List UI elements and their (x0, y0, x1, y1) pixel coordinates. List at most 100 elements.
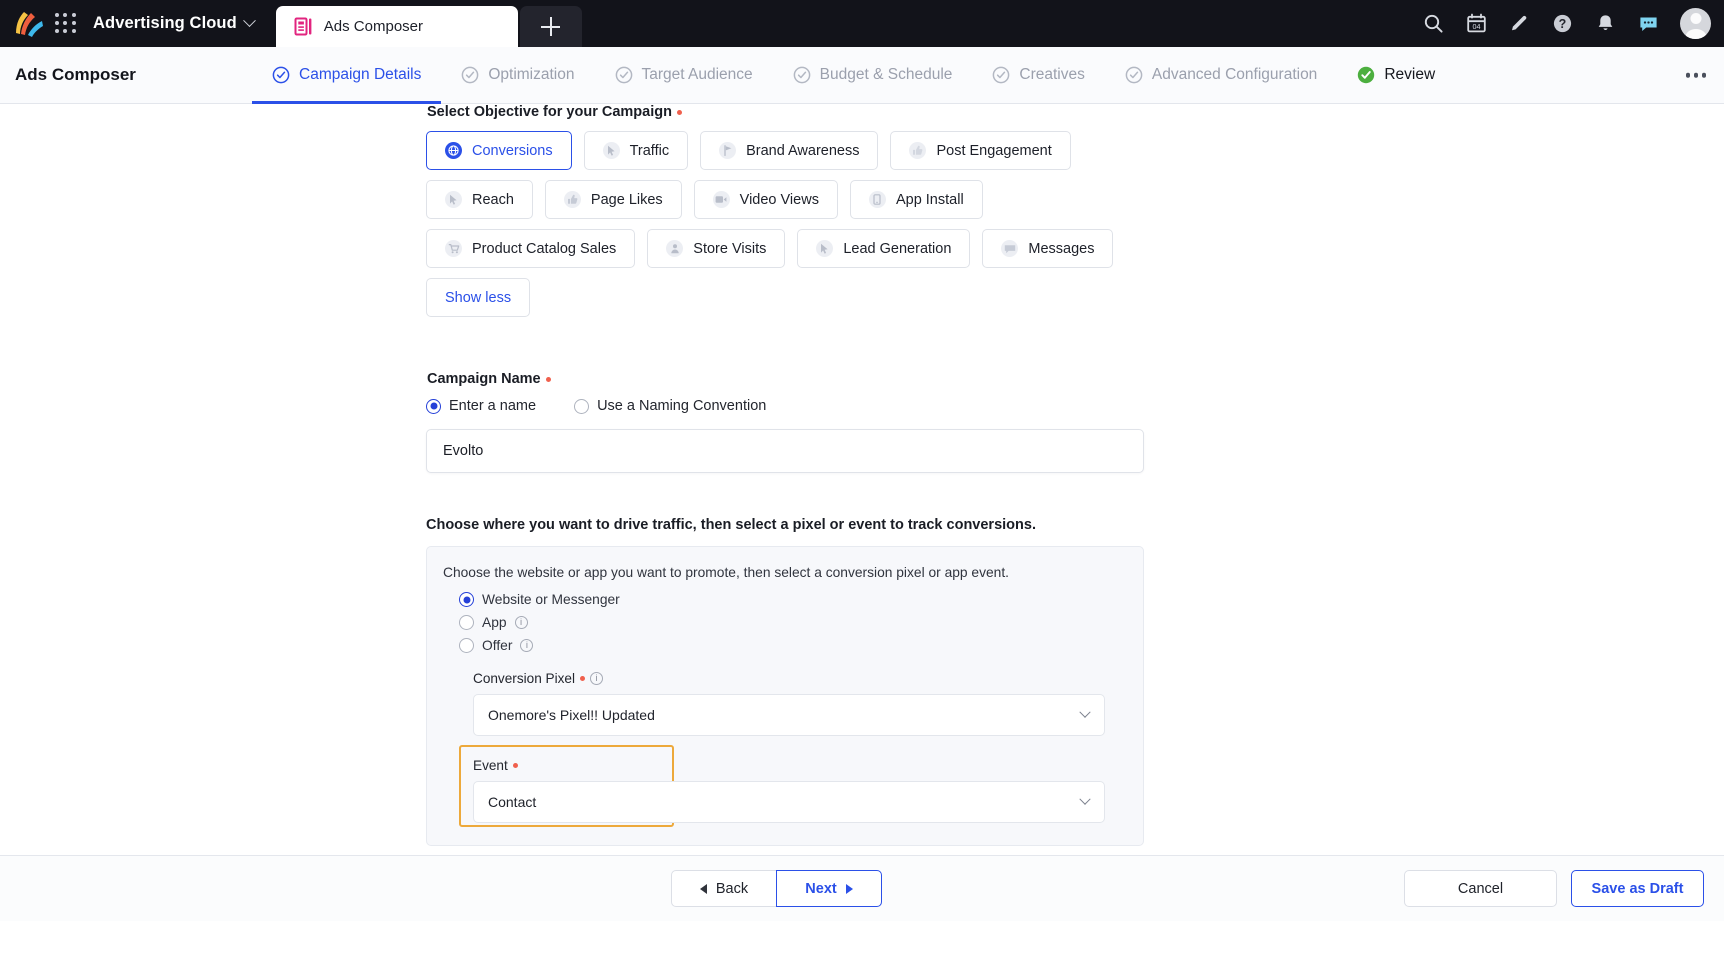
objective-video-views[interactable]: Video Views (693, 180, 838, 219)
event-label: Event (473, 758, 1127, 773)
info-icon[interactable]: i (590, 672, 603, 685)
required-indicator (676, 109, 682, 115)
radio-website-or-messenger[interactable]: Website or Messenger (459, 592, 1127, 607)
objective-row: Product Catalog Sales Store Visits Lead … (426, 229, 1144, 268)
thumb-icon (909, 142, 927, 159)
help-icon[interactable]: ? (1551, 12, 1574, 35)
conversion-pixel-select[interactable]: Onemore's Pixel!! Updated (473, 694, 1105, 736)
avatar[interactable] (1680, 8, 1711, 39)
topbar-actions: 04 ? (1422, 0, 1711, 47)
product-name: Advertising Cloud (93, 14, 237, 32)
cancel-button[interactable]: Cancel (1404, 870, 1557, 907)
objective-brand-awareness[interactable]: Brand Awareness (700, 131, 879, 170)
campaign-details-form: Select Objective for your Campaign Conve… (426, 104, 1144, 846)
more-options-icon[interactable] (1685, 72, 1706, 78)
objective-row: Conversions Traffic Brand Awareness Post… (426, 131, 1144, 170)
main-content: Select Objective for your Campaign Conve… (0, 104, 1724, 921)
required-indicator (512, 763, 518, 768)
radio-label: Offer (482, 638, 513, 653)
radio-button[interactable] (459, 592, 474, 607)
tab-optimization[interactable]: Optimization (441, 47, 594, 104)
objective-label: Traffic (629, 142, 670, 159)
pencil-icon[interactable] (1508, 12, 1531, 35)
show-less-button[interactable]: Show less (426, 278, 531, 317)
calendar-icon[interactable]: 04 (1465, 12, 1488, 35)
objective-post-engagement[interactable]: Post Engagement (890, 131, 1071, 170)
objective-label: Brand Awareness (746, 142, 860, 159)
radio-enter-a-name[interactable]: Enter a name (426, 398, 536, 414)
chat-icon[interactable] (1637, 12, 1660, 35)
info-icon[interactable]: i (514, 616, 528, 629)
tab-review[interactable]: Review (1337, 47, 1455, 104)
objective-reach[interactable]: Reach (426, 180, 533, 219)
event-value: Contact (488, 794, 537, 810)
objective-lead-generation[interactable]: Lead Generation (797, 229, 971, 268)
objective-label: Lead Generation (843, 240, 952, 257)
required-indicator (545, 376, 551, 382)
tab-label: Ads Composer (323, 18, 424, 35)
conversion-pixel-label-text: Conversion Pixel (473, 671, 575, 686)
svg-text:04: 04 (1473, 22, 1481, 31)
radio-button[interactable] (426, 398, 441, 414)
objective-traffic[interactable]: Traffic (583, 131, 689, 170)
search-icon[interactable] (1422, 12, 1445, 35)
objective-app-install[interactable]: App Install (849, 180, 983, 219)
info-icon[interactable]: i (520, 639, 534, 652)
save-as-draft-button[interactable]: Save as Draft (1571, 870, 1704, 907)
triangle-left-icon (699, 883, 707, 894)
tab-label: Campaign Details (299, 66, 422, 83)
campaign-name-section: Campaign Name Enter a name Use a Naming … (426, 371, 1144, 473)
tab-ads-composer[interactable]: Ads Composer (275, 6, 518, 47)
objective-label: Messages (1028, 240, 1095, 257)
cursor-icon (602, 142, 620, 159)
campaign-name-mode-radios: Enter a name Use a Naming Convention (426, 398, 1144, 414)
objective-product-catalog-sales[interactable]: Product Catalog Sales (426, 229, 636, 268)
back-button[interactable]: Back (671, 870, 777, 907)
app-icon (868, 191, 886, 208)
objective-conversions[interactable]: Conversions (426, 131, 572, 170)
conversion-pixel-value: Onemore's Pixel!! Updated (488, 707, 655, 723)
campaign-name-input[interactable]: Evolto (426, 429, 1144, 473)
tab-creatives[interactable]: Creatives (972, 47, 1104, 104)
top-navigation-bar: Advertising Cloud Ads Composer 04 ? (0, 0, 1724, 47)
radio-label: Use a Naming Convention (597, 398, 767, 414)
radio-offer[interactable]: Offer i (459, 638, 1127, 653)
person-pin-icon (666, 240, 684, 257)
traffic-destination-panel: Choose the website or app you want to pr… (426, 546, 1144, 846)
message-icon (1001, 240, 1019, 257)
app-tabstrip: Ads Composer (275, 0, 582, 47)
event-select[interactable]: Contact (473, 781, 1105, 823)
tab-label: Optimization (488, 66, 575, 83)
tab-advanced-configuration[interactable]: Advanced Configuration (1105, 47, 1337, 104)
radio-button[interactable] (574, 398, 590, 414)
cart-icon (445, 240, 462, 257)
panel-lead-text: Choose the website or app you want to pr… (443, 565, 1010, 580)
product-switcher[interactable]: Advertising Cloud (93, 14, 256, 33)
wizard-steps: Campaign Details Optimization Target Aud… (252, 47, 1455, 104)
radio-button[interactable] (459, 638, 474, 653)
chevron-down-icon (242, 14, 256, 28)
next-button[interactable]: Next (776, 870, 882, 907)
tab-label: Creatives (1019, 66, 1085, 83)
tab-label: Target Audience (641, 66, 753, 83)
radio-use-naming-convention[interactable]: Use a Naming Convention (574, 398, 766, 414)
radio-app[interactable]: App i (459, 615, 1127, 630)
tab-campaign-details[interactable]: Campaign Details (252, 47, 442, 104)
check-circle-icon (461, 66, 479, 84)
tab-target-audience[interactable]: Target Audience (595, 47, 773, 104)
objective-messages[interactable]: Messages (982, 229, 1114, 268)
campaign-name-label-text: Campaign Name (427, 371, 541, 387)
yahoo-logo[interactable] (11, 9, 45, 39)
tab-budget-schedule[interactable]: Budget & Schedule (773, 47, 973, 104)
objective-store-visits[interactable]: Store Visits (647, 229, 786, 268)
video-icon (712, 191, 730, 208)
objective-page-likes[interactable]: Page Likes (544, 180, 682, 219)
conversion-pixel-field: Conversion Pixel i Onemore's Pixel!! Upd… (473, 671, 1127, 736)
wizard-footer: Back Next Cancel Save as Draft (0, 855, 1724, 921)
new-tab-button[interactable] (519, 6, 582, 47)
bell-icon[interactable] (1594, 12, 1617, 35)
radio-label: App (482, 615, 507, 630)
next-label: Next (805, 880, 837, 897)
radio-button[interactable] (459, 615, 474, 630)
apps-grid-icon[interactable] (53, 11, 79, 37)
